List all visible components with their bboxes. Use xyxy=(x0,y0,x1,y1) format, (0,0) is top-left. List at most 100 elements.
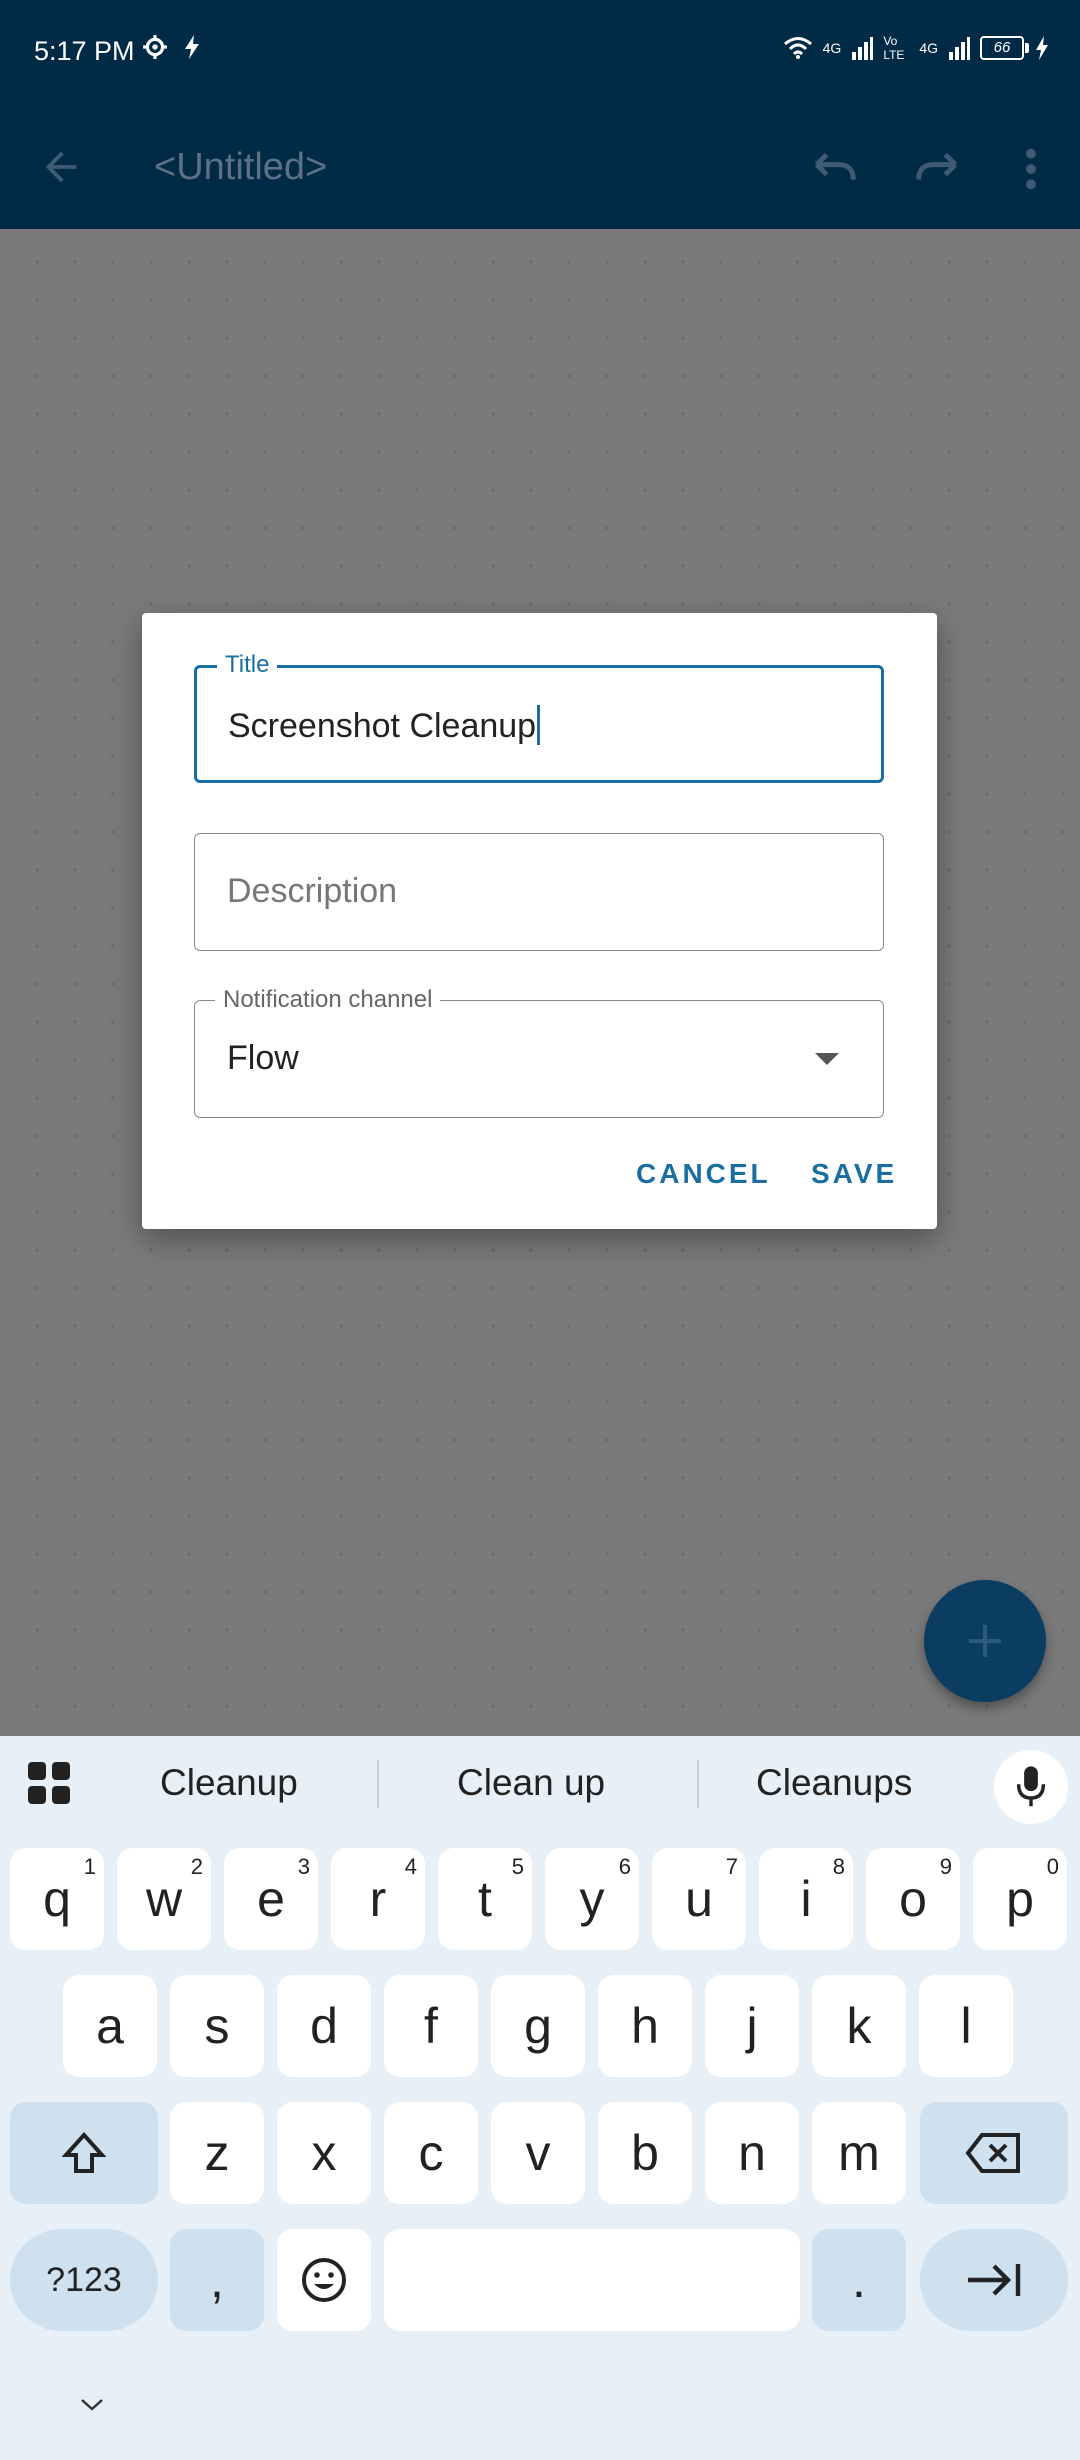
status-time: 5:17 PM xyxy=(34,36,135,66)
symbols-key[interactable]: ?123 xyxy=(10,2229,158,2331)
key-label: . xyxy=(852,2252,866,2308)
key-label: f xyxy=(424,1998,438,2054)
key-f[interactable]: f xyxy=(384,1975,478,2077)
shift-key[interactable] xyxy=(10,2102,158,2204)
key-q[interactable]: q1 xyxy=(10,1848,104,1950)
key-e[interactable]: e3 xyxy=(224,1848,318,1950)
voice-input-button[interactable] xyxy=(994,1750,1068,1824)
keyboard-apps-icon[interactable] xyxy=(28,1762,70,1804)
key-label: d xyxy=(310,1998,338,2054)
suggestion-divider xyxy=(377,1760,379,1808)
space-key[interactable] xyxy=(384,2229,800,2331)
notification-channel-value: Flow xyxy=(227,1039,299,1077)
key-label: h xyxy=(631,1998,659,2054)
suggestion-1[interactable]: Cleanup xyxy=(160,1762,298,1804)
status-bar: 5:17 PM 4G Vo LTE 4G 66 xyxy=(0,0,1080,106)
cancel-button[interactable]: CANCEL xyxy=(636,1158,771,1190)
key-hint: 3 xyxy=(297,1854,310,1879)
battery-indicator: 66 xyxy=(980,36,1029,60)
key-label: c xyxy=(418,2125,444,2181)
status-left-icons xyxy=(142,34,202,60)
key-k[interactable]: k xyxy=(812,1975,906,2077)
key-m[interactable]: m xyxy=(812,2102,906,2204)
key-p[interactable]: p0 xyxy=(973,1848,1067,1950)
key-label: b xyxy=(631,2125,659,2181)
tab-next-icon xyxy=(968,2264,1021,2296)
key-label: s xyxy=(204,1998,230,2054)
arrow-left-icon[interactable] xyxy=(38,144,84,190)
key-x[interactable]: x xyxy=(277,2102,371,2204)
key-d[interactable]: d xyxy=(277,1975,371,2077)
key-r[interactable]: r4 xyxy=(331,1848,425,1950)
suggestion-3[interactable]: Cleanups xyxy=(756,1762,912,1804)
more-vert-icon[interactable] xyxy=(1016,146,1046,192)
key-hint: 8 xyxy=(832,1854,845,1879)
key-g[interactable]: g xyxy=(491,1975,585,2077)
notification-channel-select[interactable]: Notification channel Flow xyxy=(194,987,884,1118)
backspace-icon xyxy=(965,2133,1020,2173)
save-button[interactable]: SAVE xyxy=(811,1158,897,1190)
comma-key[interactable]: , xyxy=(170,2229,264,2331)
key-label: l xyxy=(960,1998,972,2054)
key-n[interactable]: n xyxy=(705,2102,799,2204)
key-label: w xyxy=(145,1871,183,1927)
key-label: q xyxy=(43,1871,71,1927)
key-label: u xyxy=(685,1871,713,1927)
key-hint: 4 xyxy=(404,1854,417,1879)
suggestion-bar: Cleanup Clean up Cleanups xyxy=(0,1736,1080,1830)
key-z[interactable]: z xyxy=(170,2102,264,2204)
description-placeholder: Description xyxy=(227,872,398,910)
key-hint: 2 xyxy=(190,1854,203,1879)
suggestion-2[interactable]: Clean up xyxy=(457,1762,605,1804)
title-field[interactable]: Title Screenshot Cleanup xyxy=(194,652,884,783)
suggestion-divider xyxy=(697,1760,699,1808)
dropdown-arrow-icon xyxy=(815,1053,839,1065)
key-v[interactable]: v xyxy=(491,2102,585,2204)
key-label: n xyxy=(738,2125,766,2181)
key-l[interactable]: l xyxy=(919,1975,1013,2077)
key-label: y xyxy=(579,1871,605,1927)
key-hint: 1 xyxy=(83,1854,96,1879)
key-s[interactable]: s xyxy=(170,1975,264,2077)
period-key[interactable]: . xyxy=(812,2229,906,2331)
key-label: t xyxy=(478,1871,492,1927)
key-c[interactable]: c xyxy=(384,2102,478,2204)
key-label: g xyxy=(524,1998,552,2054)
add-fab[interactable] xyxy=(924,1580,1046,1702)
next-key[interactable] xyxy=(920,2229,1068,2331)
status-right-icons: 4G Vo LTE 4G 66 xyxy=(783,34,1050,62)
keyboard-collapse-icon[interactable] xyxy=(78,2396,106,2414)
signal-icon xyxy=(852,37,874,60)
plus-icon xyxy=(969,1625,1001,1657)
key-label: p xyxy=(1006,1871,1034,1927)
emoji-key[interactable] xyxy=(277,2229,371,2331)
key-i[interactable]: i8 xyxy=(759,1848,853,1950)
key-hint: 0 xyxy=(1046,1854,1059,1879)
title-field-label: Title xyxy=(217,652,278,678)
key-label: ?123 xyxy=(46,2260,122,2299)
key-label: j xyxy=(746,1998,758,2054)
key-o[interactable]: o9 xyxy=(866,1848,960,1950)
soft-keyboard: Cleanup Clean up Cleanups q1 w2 e3 r4 t5… xyxy=(0,1736,1080,2460)
description-field[interactable]: Description xyxy=(194,833,884,951)
backspace-key[interactable] xyxy=(920,2102,1068,2204)
key-t[interactable]: t5 xyxy=(438,1848,532,1950)
flash-icon xyxy=(185,35,199,59)
key-hint: 5 xyxy=(511,1854,524,1879)
redo-icon[interactable] xyxy=(912,148,962,188)
key-label: o xyxy=(899,1871,927,1927)
undo-icon[interactable] xyxy=(810,148,860,188)
key-a[interactable]: a xyxy=(63,1975,157,2077)
key-w[interactable]: w2 xyxy=(117,1848,211,1950)
key-u[interactable]: u7 xyxy=(652,1848,746,1950)
signal-icon-2 xyxy=(949,37,970,60)
key-b[interactable]: b xyxy=(598,2102,692,2204)
emoji-icon xyxy=(302,2258,346,2302)
key-y[interactable]: y6 xyxy=(545,1848,639,1950)
key-j[interactable]: j xyxy=(705,1975,799,2077)
key-label: a xyxy=(96,1998,124,2054)
key-hint: 6 xyxy=(618,1854,631,1879)
key-label: r xyxy=(369,1871,387,1927)
app-bar: <Untitled> xyxy=(0,106,1080,229)
key-h[interactable]: h xyxy=(598,1975,692,2077)
